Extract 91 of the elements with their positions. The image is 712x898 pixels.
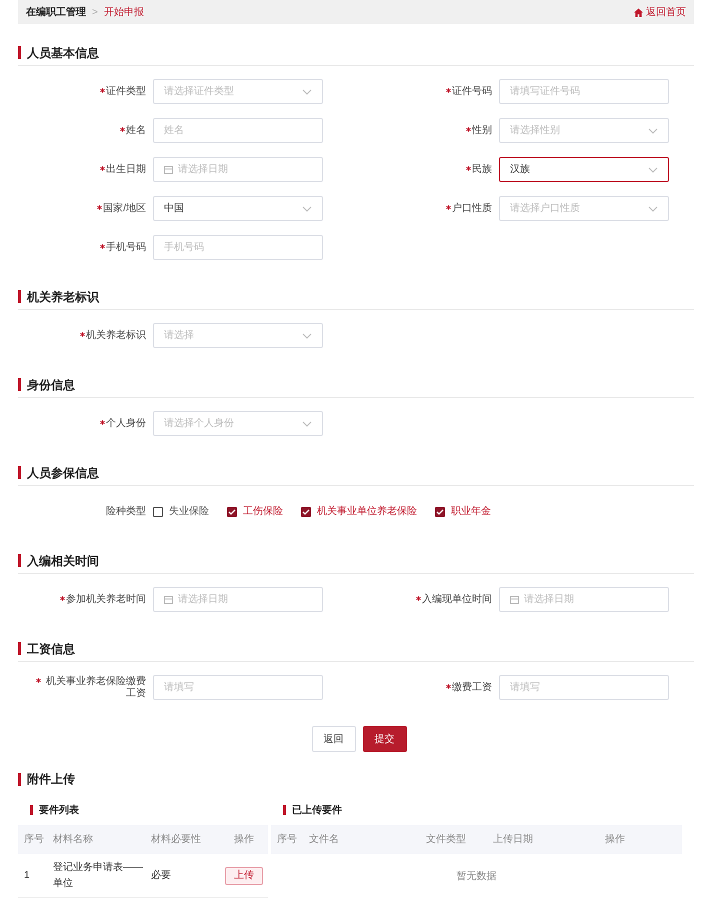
checkbox-option[interactable]: 机关事业单位养老保险 bbox=[301, 504, 417, 519]
input-field[interactable]: 请填写证件号码 bbox=[499, 79, 669, 104]
input-field[interactable]: 请填写 bbox=[153, 675, 323, 700]
table-cell-text: 必要 bbox=[150, 868, 172, 882]
chevron-down-icon bbox=[302, 206, 312, 212]
chevron-down-icon bbox=[302, 332, 312, 338]
section-marker bbox=[18, 642, 21, 655]
chevron-down-icon bbox=[302, 420, 312, 426]
field-label: 手机号码 bbox=[106, 242, 146, 254]
checkbox[interactable] bbox=[153, 506, 163, 516]
check-icon bbox=[302, 508, 310, 514]
date-field[interactable]: 请选择日期 bbox=[153, 587, 323, 612]
section-marker bbox=[18, 290, 21, 303]
section-title: 入编相关时间 bbox=[27, 552, 99, 570]
field-label: 民族 bbox=[472, 164, 492, 176]
column-header: 序号 bbox=[23, 832, 45, 847]
field-label: 参加机关养老时间 bbox=[66, 594, 146, 606]
section-title: 工资信息 bbox=[27, 640, 75, 658]
table-cell-text: 1 bbox=[23, 868, 31, 882]
input-field[interactable]: 手机号码 bbox=[153, 235, 323, 260]
field-label: 出生日期 bbox=[106, 164, 146, 176]
column-header: 上传日期 bbox=[492, 832, 534, 847]
field-label: 姓名 bbox=[126, 124, 146, 136]
home-icon bbox=[634, 8, 643, 16]
breadcrumb-item[interactable]: 在编职工管理 bbox=[26, 4, 86, 20]
upload-button[interactable]: 上传 bbox=[225, 866, 263, 884]
empty-state-text: 暂无数据 bbox=[456, 870, 496, 884]
field-label: 险种类型 bbox=[106, 504, 146, 519]
calendar-icon bbox=[164, 165, 173, 174]
date-field[interactable]: 请选择日期 bbox=[153, 157, 323, 182]
checkbox-option[interactable]: 失业保险 bbox=[153, 504, 209, 519]
field-label: 国家/地区 bbox=[103, 202, 146, 214]
section-title: 人员基本信息 bbox=[27, 44, 99, 62]
field-label: 机关养老标识 bbox=[86, 330, 146, 342]
input-field[interactable]: 姓名 bbox=[153, 118, 323, 143]
select-field[interactable]: 请选择个人身份 bbox=[153, 411, 323, 436]
breadcrumb-separator: > bbox=[92, 6, 98, 20]
chevron-down-icon bbox=[648, 206, 658, 212]
select-field[interactable]: 请选择证件类型 bbox=[153, 79, 323, 104]
select-field[interactable]: 中国 bbox=[153, 196, 323, 221]
section-marker bbox=[30, 805, 33, 815]
column-header: 操作 bbox=[604, 833, 626, 847]
field-label: 个人身份 bbox=[106, 418, 146, 430]
field-label: 证件号码 bbox=[452, 86, 492, 98]
section-marker bbox=[18, 772, 21, 786]
calendar-icon bbox=[510, 595, 519, 604]
select-field[interactable]: 请选择性别 bbox=[499, 118, 669, 143]
field-label: 机关事业养老保险缴费工资 bbox=[45, 676, 146, 700]
column-header: 操作 bbox=[233, 833, 255, 847]
section-title: 身份信息 bbox=[27, 376, 75, 394]
table-cell-text: 登记业务申请表——单位 bbox=[52, 860, 144, 890]
chevron-down-icon bbox=[648, 166, 658, 172]
chevron-down-icon bbox=[302, 88, 312, 94]
section-marker bbox=[18, 554, 21, 567]
checkbox-option[interactable]: 职业年金 bbox=[435, 504, 491, 519]
column-header: 材料必要性 bbox=[150, 832, 202, 847]
subsection-title: 要件列表 bbox=[39, 804, 79, 818]
select-field[interactable]: 请选择 bbox=[153, 323, 323, 348]
select-field[interactable]: 汉族 bbox=[499, 157, 669, 182]
breadcrumb-item[interactable]: 开始申报 bbox=[104, 4, 144, 20]
section-title: 人员参保信息 bbox=[27, 464, 99, 482]
section-marker bbox=[283, 805, 286, 815]
back-button[interactable]: 返回 bbox=[312, 726, 356, 752]
calendar-icon bbox=[164, 595, 173, 604]
date-field[interactable]: 请选择日期 bbox=[499, 587, 669, 612]
home-link[interactable]: 返回首页 bbox=[634, 4, 686, 20]
submit-button[interactable]: 提交 bbox=[362, 726, 406, 752]
checkbox[interactable] bbox=[301, 506, 311, 516]
field-label: 缴费工资 bbox=[452, 682, 492, 694]
checkbox-option[interactable]: 工伤保险 bbox=[227, 504, 283, 519]
select-field[interactable]: 请选择户口性质 bbox=[499, 196, 669, 221]
column-header: 序号 bbox=[276, 832, 298, 847]
column-header: 文件类型 bbox=[425, 832, 467, 847]
section-title: 机关养老标识 bbox=[27, 288, 99, 306]
section-marker bbox=[18, 466, 21, 479]
field-label: 性别 bbox=[472, 124, 492, 136]
section-marker bbox=[18, 378, 21, 391]
chevron-down-icon bbox=[648, 128, 658, 134]
section-title: 附件上传 bbox=[27, 771, 75, 788]
check-icon bbox=[228, 508, 236, 514]
checkbox[interactable] bbox=[435, 506, 445, 516]
column-header: 材料名称 bbox=[52, 832, 94, 847]
field-label: 证件类型 bbox=[106, 86, 146, 98]
column-header: 文件名 bbox=[308, 832, 340, 847]
section-marker bbox=[18, 46, 21, 59]
checkbox[interactable] bbox=[227, 506, 237, 516]
field-label: 入编现单位时间 bbox=[422, 594, 492, 606]
check-icon bbox=[436, 508, 444, 514]
field-label: 户口性质 bbox=[452, 202, 492, 214]
input-field[interactable]: 请填写 bbox=[499, 675, 669, 700]
subsection-title: 已上传要件 bbox=[292, 804, 342, 818]
